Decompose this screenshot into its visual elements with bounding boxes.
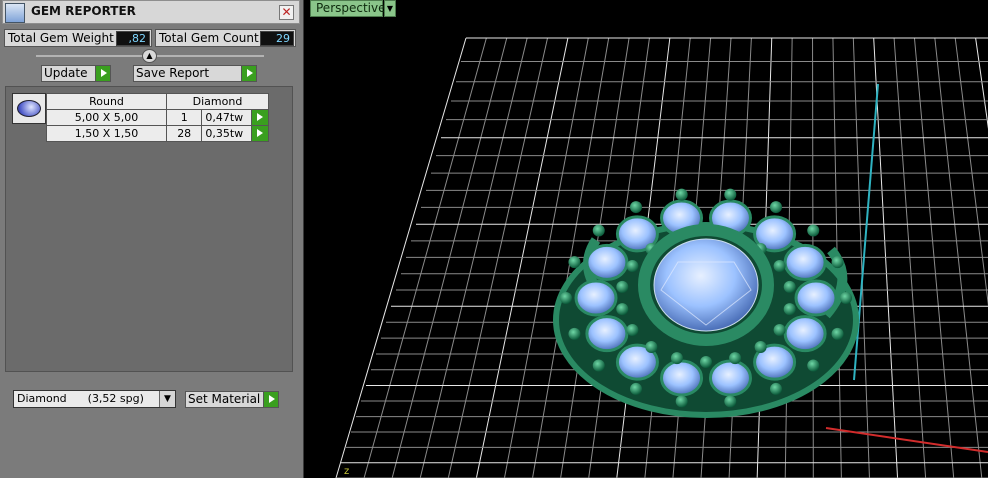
accent-stone — [585, 315, 629, 353]
3d-viewport[interactable]: z Perspective ▼ — [306, 0, 988, 478]
gem-weight-cell: 0,35tw — [201, 125, 253, 142]
axis-label: z — [344, 466, 349, 477]
prong-bead — [616, 303, 629, 316]
prong-bead — [568, 327, 581, 340]
gem-size-cell: 1,50 X 1,50 — [46, 125, 167, 142]
play-arrow-icon — [95, 66, 110, 81]
prong-bead — [770, 382, 782, 395]
prong-bead — [626, 324, 639, 336]
prong-bead — [840, 292, 852, 304]
total-gem-count-value: 29 — [260, 31, 294, 46]
grid-line — [363, 37, 487, 478]
gem-count-cell: 1 — [165, 109, 203, 126]
accent-stone — [708, 359, 752, 397]
accent-stone — [585, 243, 629, 281]
gem-weight-cell: 0,47tw — [201, 109, 253, 126]
table-row[interactable]: 5,00 X 5,00 1 0,47tw — [46, 109, 269, 126]
table-row[interactable]: 1,50 X 1,50 28 0,35tw — [46, 125, 269, 142]
prong-bead — [675, 188, 688, 201]
gem-reporter-icon — [5, 3, 25, 23]
prong-bead — [831, 327, 844, 340]
prong-bead — [645, 341, 658, 354]
update-label: Update — [44, 66, 88, 80]
grid-line — [419, 37, 528, 478]
prong-bead — [616, 280, 629, 293]
prong-bead — [592, 224, 605, 237]
grid-line — [852, 37, 870, 478]
row-play-arrow-icon[interactable] — [251, 125, 269, 142]
prong-bead — [754, 341, 767, 354]
total-gem-weight-value: ,82 — [116, 31, 150, 46]
grid-line — [975, 37, 988, 130]
accent-stone — [783, 315, 827, 353]
grid-line — [893, 37, 927, 478]
chevron-down-icon: ▼ — [159, 391, 175, 407]
gem-reporter-panel: GEM REPORTER ✕ Total Gem Weight ,82 Tota… — [0, 0, 304, 478]
shape-header: Round — [46, 93, 167, 110]
prong-bead — [626, 260, 639, 272]
grid-line — [335, 37, 467, 478]
chevron-down-icon[interactable]: ▼ — [384, 0, 396, 17]
prong-bead — [729, 352, 742, 365]
y-axis-line — [853, 83, 879, 381]
prong-bead — [630, 201, 642, 214]
save-report-label: Save Report — [136, 66, 210, 80]
prong-bead — [670, 352, 683, 365]
save-report-button[interactable]: Save Report — [133, 65, 257, 82]
center-diamond — [653, 238, 759, 332]
gem-icon — [17, 100, 41, 117]
accent-stone — [783, 243, 827, 281]
set-material-label: Set Material — [188, 392, 261, 406]
prong-bead — [724, 188, 737, 201]
accent-stone — [660, 359, 704, 397]
prong-bead — [568, 256, 581, 269]
material-select[interactable]: Diamond (3,52 spg) ▼ — [13, 390, 176, 408]
viewport-view-label[interactable]: Perspective — [310, 0, 386, 17]
grid-line — [913, 37, 955, 478]
slider-knob-icon[interactable]: ▲ — [142, 49, 157, 63]
gem-list: Round Diamond 5,00 X 5,00 1 0,47tw 1,50 … — [5, 86, 293, 372]
prong-bead — [773, 324, 786, 336]
material-header: Diamond — [166, 93, 269, 110]
grid-line — [391, 37, 508, 478]
perspective-scene[interactable]: z — [306, 0, 988, 478]
prong-bead — [807, 224, 820, 237]
prong-bead — [773, 260, 786, 272]
close-icon[interactable]: ✕ — [279, 5, 294, 20]
gem-count-cell: 28 — [165, 125, 203, 142]
material-selected-value: Diamond (3,52 spg) — [17, 392, 144, 405]
jewelry-model[interactable] — [553, 188, 859, 418]
prong-bead — [783, 303, 796, 316]
prong-bead — [560, 292, 572, 304]
prong-bead — [700, 356, 712, 368]
panel-title: GEM REPORTER — [31, 4, 136, 18]
grid-line — [934, 37, 983, 478]
prong-bead — [807, 359, 820, 372]
round-gem-thumbnail[interactable] — [12, 93, 46, 124]
prong-bead — [770, 201, 782, 214]
accent-stone — [794, 279, 838, 317]
prong-bead — [592, 359, 605, 372]
prong-bead — [831, 256, 844, 269]
update-button[interactable]: Update — [41, 65, 111, 82]
grid-line — [954, 37, 988, 307]
play-arrow-icon — [263, 392, 278, 407]
prong-bead — [783, 280, 796, 293]
grid-line — [475, 37, 569, 478]
grid-line — [447, 37, 549, 478]
prong-bead — [675, 395, 688, 408]
title-bar: GEM REPORTER ✕ — [2, 0, 300, 24]
row-play-arrow-icon[interactable] — [251, 109, 269, 126]
accent-stone — [574, 279, 618, 317]
prong-bead — [630, 382, 642, 395]
gem-size-cell: 5,00 X 5,00 — [46, 109, 167, 126]
set-material-button[interactable]: Set Material — [185, 391, 279, 408]
prong-bead — [724, 395, 737, 408]
gem-table: Round Diamond 5,00 X 5,00 1 0,47tw 1,50 … — [46, 93, 269, 142]
play-arrow-icon — [241, 66, 256, 81]
